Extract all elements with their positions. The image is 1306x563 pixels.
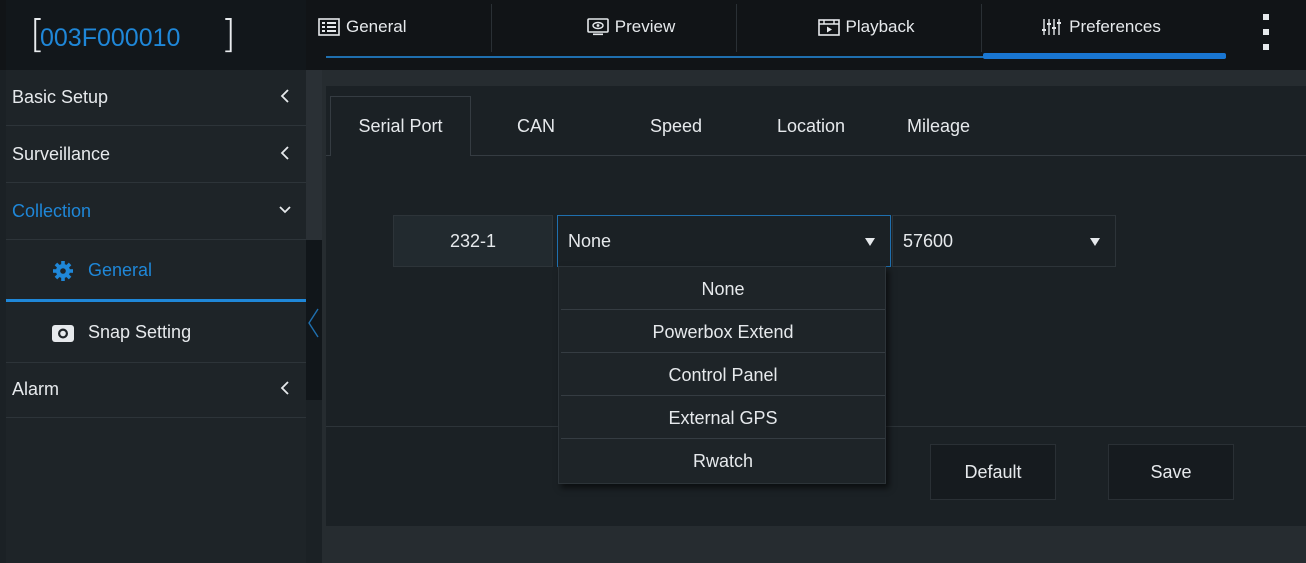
dropdown-caret-icon [865,238,875,246]
device-id-box: [ 003F000010 ] [6,0,306,70]
sidebar-item-label: Surveillance [12,144,111,164]
subtab-label: Location [776,115,846,136]
sub-tabs: Serial Port CAN Speed Location Mileage [326,96,1306,156]
subtab-divider [326,155,330,156]
settings-panel: Serial Port CAN Speed Location Mileage 2… [326,86,1306,526]
dropdown-option[interactable]: Rwatch [561,441,885,482]
dropdown-option[interactable]: Powerbox Extend [561,312,885,353]
sidebar-item-label: Alarm [12,379,60,399]
dropdown-caret-icon [1090,238,1100,246]
subtab-divider [471,155,1306,156]
subtab-label: Serial Port [358,116,443,136]
more-menu-icon[interactable] [1256,14,1276,50]
sidebar-subitem-label: General [88,260,153,280]
main-content: Serial Port CAN Speed Location Mileage 2… [322,70,1306,563]
bracket-right: ] [221,12,236,56]
list-icon [318,18,340,36]
chevron-left-icon [280,89,289,103]
collapse-arrow-icon[interactable] [306,305,320,341]
top-bar: [ 003F000010 ] General Preview Playback [0,0,1306,70]
sidebar-item-label: Collection [12,201,92,221]
sidebar-subitem-general[interactable]: General [6,241,306,302]
sliders-icon [1042,19,1062,35]
app-root: [ 003F000010 ] General Preview Playback [0,0,1306,563]
tab-separator [491,4,492,52]
tab-preview-label: Preview [614,17,676,36]
sidebar-item-alarm[interactable]: Alarm [6,362,306,418]
chevron-down-icon [279,206,291,214]
gear-icon [53,260,73,281]
camera-icon [52,324,74,342]
sidebar-subitem-snap-setting[interactable]: Snap Setting [6,303,306,363]
baud-rate-value: 57600 [903,230,954,251]
subtab-serial-port[interactable]: Serial Port [330,96,471,156]
dropdown-option[interactable]: None [561,269,885,310]
tab-playback-label: Playback [845,17,915,36]
sidebar-item-basic-setup[interactable]: Basic Setup [6,70,306,126]
subtab-speed[interactable]: Speed [626,96,726,156]
sidebar-subitem-label: Snap Setting [88,322,192,342]
default-button[interactable]: Default [930,444,1056,500]
tab-playback[interactable]: Playback [786,0,946,54]
tab-general[interactable]: General [316,0,466,54]
tab-preview[interactable]: Preview [546,0,716,54]
subtab-location[interactable]: Location [756,96,866,156]
tab-preferences[interactable]: Preferences [996,0,1206,54]
subtab-mileage[interactable]: Mileage [886,96,991,156]
serial-device-value: None [568,230,612,251]
serial-device-select[interactable]: None [557,215,891,267]
subtab-label: Speed [649,115,703,136]
tab-preferences-label: Preferences [1069,17,1161,36]
chevron-left-icon [280,146,289,160]
tab-separator [981,4,982,52]
sidebar-item-label: Basic Setup [12,87,109,107]
preview-icon [586,18,609,36]
active-tab-indicator [983,53,1226,59]
baud-rate-select[interactable]: 57600 [892,215,1116,267]
active-subitem-indicator [6,299,306,302]
serial-port-label: 232-1 [393,215,553,267]
tab-general-label: General [346,17,407,36]
dropdown-option[interactable]: Control Panel [561,355,885,396]
sidebar-item-collection[interactable]: Collection [6,184,306,240]
serial-device-dropdown: None Powerbox Extend Control Panel Exter… [558,266,886,484]
chevron-left-icon [280,381,289,395]
sidebar-item-surveillance[interactable]: Surveillance [6,127,306,183]
device-id: 003F000010 [40,24,181,52]
dropdown-option[interactable]: External GPS [561,398,885,439]
tab-separator [736,4,737,52]
subtab-label: CAN [516,115,555,136]
sidebar: Basic Setup Surveillance Collection Gene… [6,70,306,563]
top-navigation: General Preview Playback Preferences [306,0,1306,70]
subtab-label: Mileage [906,115,971,136]
save-button[interactable]: Save [1108,444,1234,500]
subtab-can[interactable]: CAN [496,96,576,156]
playback-icon [817,19,840,36]
